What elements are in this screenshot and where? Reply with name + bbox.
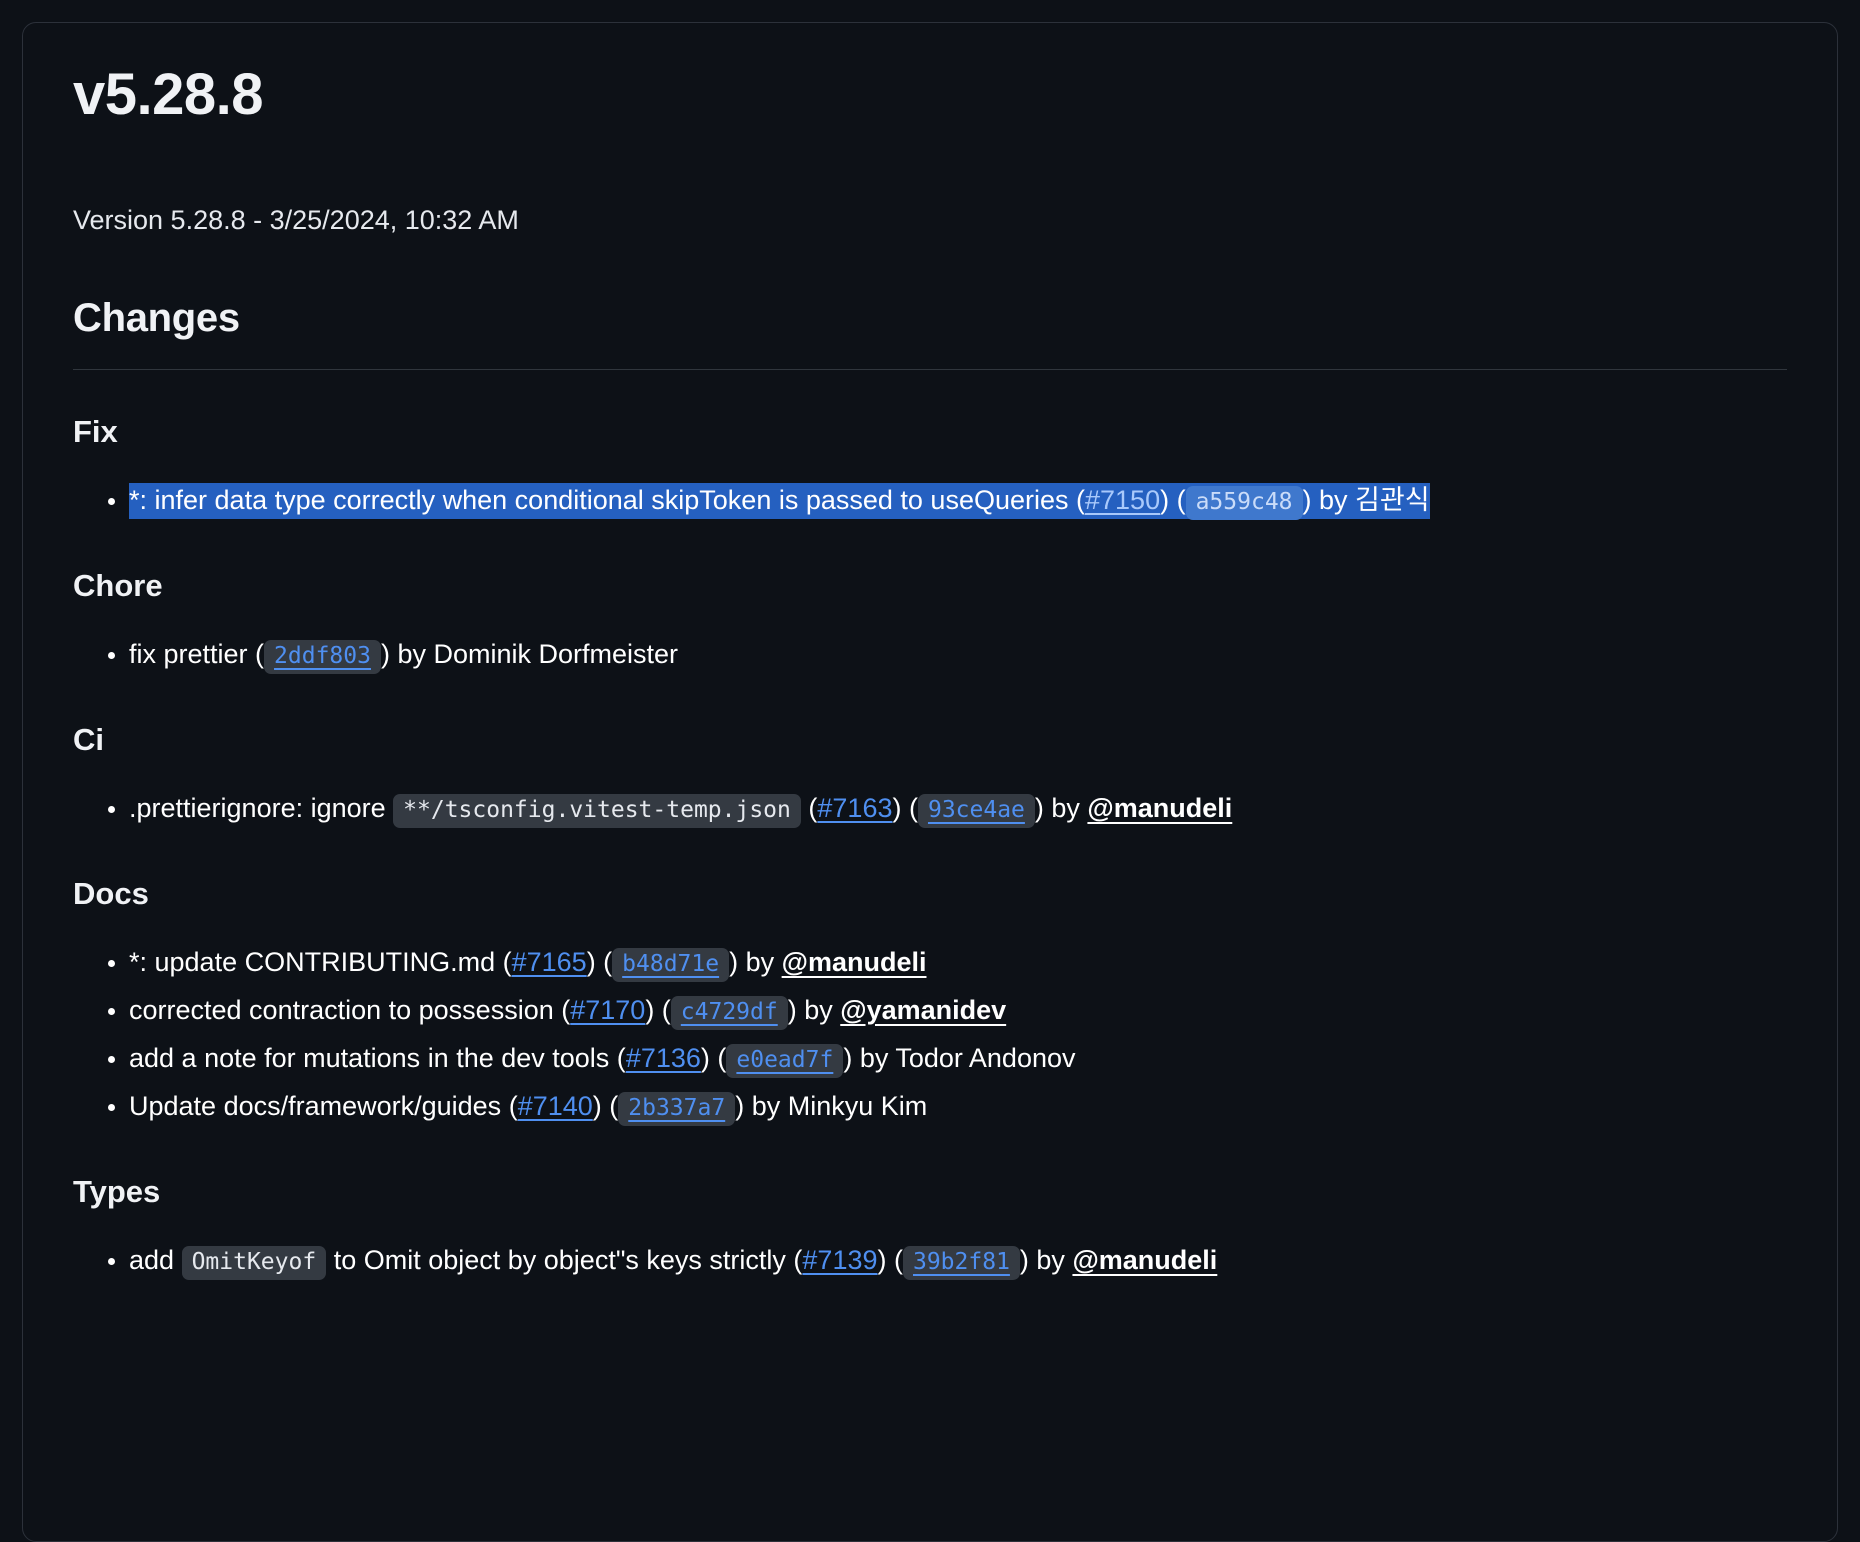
entry-byline: ) by [729, 946, 782, 977]
entry-description: fix prettier ( [129, 638, 265, 669]
entry-byline: ) by [380, 638, 434, 669]
commit-hash-link[interactable]: e0ead7f [736, 1047, 833, 1073]
entry-description: corrected contraction to possession ( [129, 994, 571, 1025]
author-link[interactable]: @manudeli [1087, 793, 1232, 823]
entry-text-run: add OmitKeyof to Omit object by object"s… [129, 1245, 1217, 1281]
entry-text-run: .prettierignore: ignore **/tsconfig.vite… [129, 792, 1232, 828]
changelog-entry: .prettierignore: ignore **/tsconfig.vite… [129, 784, 1787, 832]
changelog-list: *: infer data type correctly when condit… [73, 476, 1787, 524]
version-timestamp: Version 5.28.8 - 3/25/2024, 10:32 AM [73, 204, 519, 235]
entry-separator: ) ( [1160, 484, 1186, 515]
changelog-entry: fix prettier ( 2ddf803 ) by Dominik Dorfme… [129, 630, 1787, 678]
pull-request-link[interactable]: #7150 [1085, 485, 1160, 515]
pull-request-link[interactable]: #7165 [512, 947, 587, 977]
author-link[interactable]: @manudeli [782, 947, 927, 977]
commit-hash-link[interactable]: 93ce4ae [928, 797, 1025, 823]
changelog-entry: *: update CONTRIBUTING.md (#7165) ( b48d7… [129, 938, 1787, 986]
commit-hash-link[interactable]: 39b2f81 [913, 1249, 1010, 1275]
commit-hash-code: 39b2f81 [902, 1246, 1020, 1281]
commit-hash-link[interactable]: a559c48 [1196, 489, 1293, 515]
section-heading: Ci [73, 721, 104, 757]
pull-request-link[interactable]: #7139 [802, 1245, 877, 1275]
author-name: Dominik Dorfmeister [433, 638, 679, 669]
entry-text-run: *: update CONTRIBUTING.md (#7165) ( b48d7… [129, 946, 927, 982]
commit-hash-link[interactable]: 2ddf803 [274, 643, 371, 669]
entry-text-run: Update docs/framework/guides (#7140) ( 2b… [129, 1091, 928, 1127]
commit-hash-link[interactable]: 2b337a7 [628, 1095, 725, 1121]
changelog-entry: add OmitKeyof to Omit object by object"s… [129, 1236, 1787, 1284]
entry-byline: ) by [1034, 792, 1088, 823]
entry-byline: ) by [787, 994, 841, 1025]
commit-hash-code: a559c48 [1185, 485, 1303, 520]
author-link[interactable]: @manudeli [1072, 1245, 1217, 1275]
changelog-entry: *: infer data type correctly when condit… [129, 476, 1787, 524]
section-heading: Types [73, 1174, 161, 1210]
release-notes-content: v5.28.8 Version 5.28.8 - 3/25/2024, 10:3… [51, 23, 1809, 1284]
commit-hash-link[interactable]: b48d71e [622, 951, 719, 977]
entry-text-run: add a note for mutations in the dev tool… [129, 1043, 1076, 1079]
author-name: Minkyu Kim [787, 1091, 928, 1122]
changes-heading: Changes [73, 295, 240, 340]
entry-description: *: update CONTRIBUTING.md ( [129, 946, 512, 977]
entry-text-run: corrected contraction to possession (#71… [129, 994, 1006, 1030]
entry-separator: ) ( [586, 946, 613, 977]
author-link[interactable]: @yamanidev [840, 995, 1006, 1025]
commit-hash-code: b48d71e [612, 947, 730, 982]
entry-byline: ) by [843, 1043, 896, 1074]
commit-hash-code: c4729df [670, 995, 788, 1030]
changelog-entry: add a note for mutations in the dev tool… [129, 1034, 1787, 1082]
commit-hash-code: 2b337a7 [618, 1092, 736, 1127]
entry-byline: ) by [1019, 1245, 1073, 1276]
commit-hash-link[interactable]: c4729df [681, 999, 778, 1025]
heading-divider [73, 368, 1787, 370]
author-name: Todor Andonov [895, 1043, 1076, 1074]
entry-description-cont: ( [800, 792, 818, 823]
inline-code: OmitKeyof [181, 1246, 327, 1281]
changelog-entry: corrected contraction to possession (#71… [129, 986, 1787, 1034]
section-heading: Fix [73, 413, 118, 449]
commit-hash-code: 2ddf803 [264, 639, 381, 674]
changelog-list: *: update CONTRIBUTING.md (#7165) (b48d7… [73, 938, 1787, 1130]
commit-hash-code: e0ead7f [726, 1044, 844, 1079]
section-heading: Docs [73, 875, 149, 911]
section-heading: Chore [73, 567, 163, 603]
entry-description: *: infer data type correctly when condit… [129, 484, 1085, 515]
entry-separator: ) ( [700, 1043, 727, 1074]
entry-description-cont: to Omit object by object"s keys strictly… [326, 1245, 803, 1276]
entry-text-run: fix prettier ( 2ddf803 ) by Dominik Dorfme… [129, 638, 679, 674]
changelog-list: .prettierignore: ignore **/tsconfig.vite… [73, 784, 1787, 832]
commit-hash-code: 93ce4ae [917, 793, 1035, 828]
entry-separator: ) ( [892, 792, 918, 823]
inline-code: **/tsconfig.vitest-temp.json [393, 793, 801, 828]
changelog-list: add OmitKeyof to Omit object by object"s… [73, 1236, 1787, 1284]
entry-separator: ) ( [592, 1091, 619, 1122]
pull-request-link[interactable]: #7170 [570, 995, 645, 1025]
author-name: 김관식 [1355, 484, 1430, 515]
page-title: v5.28.8 [73, 62, 264, 127]
entry-byline: ) by [735, 1091, 788, 1122]
entry-description: Update docs/framework/guides ( [129, 1091, 518, 1122]
changelog-entry: Update docs/framework/guides (#7140) ( 2b… [129, 1082, 1787, 1130]
release-notes-card: v5.28.8 Version 5.28.8 - 3/25/2024, 10:3… [22, 22, 1838, 1542]
entry-description: .prettierignore: ignore [129, 792, 394, 823]
pull-request-link[interactable]: #7136 [626, 1043, 701, 1073]
entry-byline: ) by [1302, 484, 1356, 515]
selected-text-run: *: infer data type correctly when condit… [129, 482, 1430, 520]
pull-request-link[interactable]: #7140 [518, 1091, 593, 1121]
entry-separator: ) ( [877, 1245, 903, 1276]
entry-separator: ) ( [645, 994, 671, 1025]
entry-description: add a note for mutations in the dev tool… [129, 1043, 626, 1074]
changelog-list: fix prettier ( 2ddf803 ) by Dominik Dorfme… [73, 630, 1787, 678]
entry-description: add [129, 1245, 182, 1276]
pull-request-link[interactable]: #7163 [817, 793, 892, 823]
changes-sections: Fix *: infer data type correctly when con… [73, 414, 1787, 1284]
